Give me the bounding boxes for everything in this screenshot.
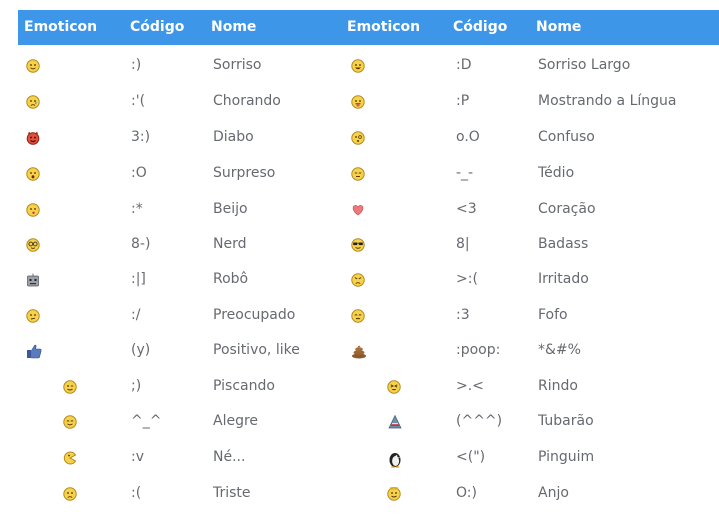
emoticon-name: Alegre [213, 413, 259, 429]
emoticon-name: Badass [538, 236, 589, 252]
emoticon-name: Triste [213, 485, 251, 501]
emoticon-name: Mostrando a Língua [538, 93, 677, 109]
robot-icon [26, 272, 40, 287]
emoticon-name: Nerd [213, 236, 247, 252]
emoticon-name: Pinguim [538, 449, 595, 465]
header-emoticon-2: Emoticon [347, 19, 421, 35]
emoticon-code: :( [131, 485, 142, 501]
emoticon-code: :/ [131, 307, 141, 323]
angry-icon [351, 272, 365, 287]
emoticon-code: :O [131, 165, 147, 181]
emoticon-code: <(") [456, 449, 486, 465]
bored-icon [351, 166, 365, 181]
table-header: Emoticon Código Nome Emoticon Código Nom… [18, 10, 719, 45]
table-row: 3:) Diabo o.O Confuso [18, 119, 719, 155]
emoticon-code: 8-) [131, 236, 151, 252]
header-emoticon: Emoticon [24, 19, 98, 35]
emoticon-name: Tédio [538, 165, 575, 181]
sunglasses-icon [351, 237, 365, 252]
table-row: ^_^ Alegre (^^^) Tubarão [18, 403, 719, 439]
header-nome-2: Nome [536, 19, 582, 35]
table-row: :* Beijo <3 Coração [18, 191, 719, 227]
header-codigo: Código [130, 19, 185, 35]
emoticon-name: Coração [538, 201, 596, 217]
table-row: :v Né... <(") Pinguim [18, 439, 719, 475]
crying-icon [26, 94, 40, 109]
big-smile-icon [351, 58, 365, 73]
poop-icon [351, 343, 366, 359]
emoticon-code: :P [456, 93, 470, 109]
emoticon-code: 3:) [131, 129, 151, 145]
emoticon-code: :* [131, 201, 143, 217]
table-row: :O Surpreso -_- Tédio [18, 155, 719, 191]
header-codigo-2: Código [453, 19, 508, 35]
smile-icon [26, 58, 40, 73]
emoticon-name: Preocupado [213, 307, 296, 323]
emoticon-name: Chorando [213, 93, 281, 109]
emoticon-code: :3 [456, 307, 470, 323]
emoticon-code: ^_^ [131, 413, 162, 429]
tongue-icon [351, 94, 365, 109]
confused-icon [351, 130, 365, 145]
emoticon-name: Piscando [213, 378, 275, 394]
emoticon-code: O:) [456, 485, 477, 501]
emoticon-table: Emoticon Código Nome Emoticon Código Nom… [18, 10, 719, 501]
table-row: (y) Positivo, like :poop: *&#% [18, 332, 719, 368]
emoticon-name: Tubarão [538, 413, 594, 429]
emoticon-code: (^^^) [456, 413, 503, 429]
emoticon-code: :poop: [456, 342, 501, 358]
emoticon-code: <3 [456, 201, 477, 217]
laughing-icon [387, 379, 401, 394]
emoticon-code: :) [131, 57, 142, 73]
worried-icon [26, 308, 40, 323]
devil-icon [26, 130, 40, 145]
emoticon-name: Beijo [213, 201, 248, 217]
emoticon-name: Irritado [538, 271, 589, 287]
emoticon-name: Sorriso [213, 57, 262, 73]
table-row: :/ Preocupado :3 Fofo [18, 297, 719, 333]
table-row: :) Sorriso :D Sorriso Largo [18, 47, 719, 83]
happy-icon [63, 414, 77, 429]
emoticon-name: Confuso [538, 129, 595, 145]
emoticon-code: 8| [456, 236, 470, 252]
pacman-icon [63, 450, 77, 465]
emoticon-name: Né... [213, 449, 246, 465]
emoticon-name: Rindo [538, 378, 578, 394]
emoticon-code: :v [131, 449, 145, 465]
kiss-icon [26, 202, 40, 217]
surprised-icon [26, 166, 40, 181]
emoticon-name: Robô [213, 271, 249, 287]
table-row: 8-) Nerd 8| Badass [18, 226, 719, 262]
emoticon-name: Diabo [213, 129, 254, 145]
table-row: :'( Chorando :P Mostrando a Língua [18, 83, 719, 119]
emoticon-code: -_- [456, 165, 474, 181]
penguin-icon [387, 450, 401, 468]
emoticon-name: Positivo, like [213, 342, 300, 358]
emoticon-name: Anjo [538, 485, 569, 501]
emoticon-name: Sorriso Largo [538, 57, 631, 73]
emoticon-code: ;) [131, 378, 142, 394]
nerd-icon [26, 237, 40, 252]
thumbs-up-icon [26, 343, 42, 359]
shark-icon [387, 414, 402, 429]
wink-icon [63, 379, 77, 394]
emoticon-code: o.O [456, 129, 480, 145]
sad-icon [63, 486, 77, 501]
emoticon-code: >:( [456, 271, 478, 287]
emoticon-name: *&#% [538, 342, 581, 358]
cute-icon [351, 308, 365, 323]
emoticon-code: >.< [456, 378, 484, 394]
table-row: :( Triste O:) Anjo [18, 475, 719, 511]
header-nome: Nome [211, 19, 257, 35]
emoticon-name: Surpreso [213, 165, 276, 181]
table-row: :|] Robô >:( Irritado [18, 261, 719, 297]
emoticon-code: (y) [131, 342, 151, 358]
table-row: ;) Piscando >.< Rindo [18, 368, 719, 404]
emoticon-code: :'( [131, 93, 146, 109]
heart-icon [351, 202, 365, 216]
angel-icon [387, 486, 401, 501]
emoticon-name: Fofo [538, 307, 568, 323]
emoticon-code: :|] [131, 271, 146, 287]
emoticon-code: :D [456, 57, 472, 73]
